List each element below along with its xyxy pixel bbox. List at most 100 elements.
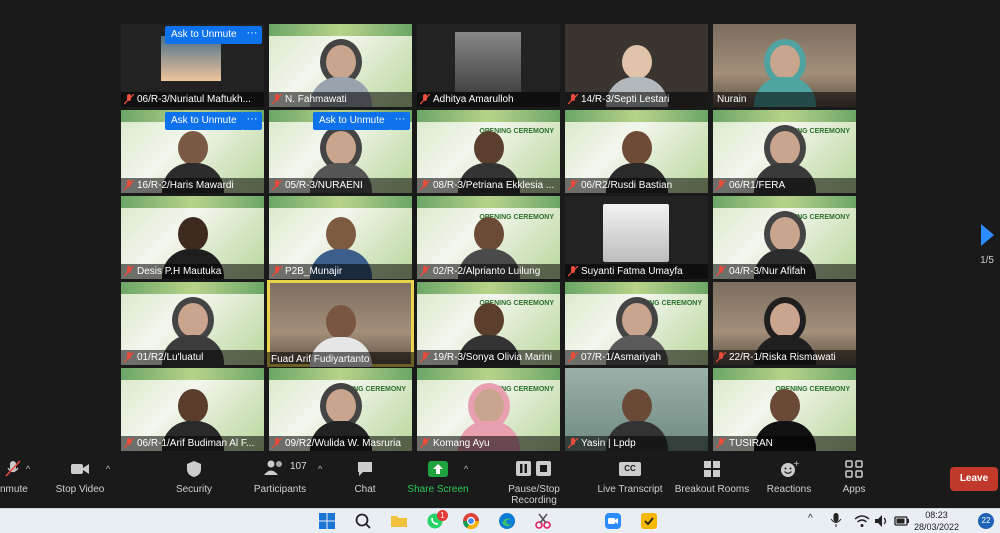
mic-muted-icon — [420, 94, 430, 105]
video-tile[interactable]: Yasin | Lpdp — [565, 368, 708, 451]
edge-icon[interactable] — [498, 512, 516, 530]
security-button[interactable]: Security — [174, 460, 214, 495]
participant-name: Fuad Arif Fudiyartanto — [267, 352, 414, 367]
participant-name: Desis P.H Mautuka — [121, 264, 264, 279]
participant-name: 01/R2/Lu'luatul — [121, 350, 264, 365]
participants-button[interactable]: 107 Participants — [252, 460, 308, 495]
banner-decoration — [269, 368, 412, 380]
participant-name: 06/R2/Rusdi Bastian — [565, 178, 708, 193]
mic-muted-icon — [568, 266, 578, 277]
tray-overflow-icon[interactable]: ^ — [808, 513, 813, 524]
video-gallery: 06/R-3/Nuriatul Maftukh... Ask to Unmute… — [0, 0, 1000, 456]
zoom-app-icon[interactable] — [604, 512, 622, 530]
pause-stop-icon — [516, 461, 551, 476]
meeting-toolbar: nmute ^ Stop Video ^ Security 107 Partic… — [0, 456, 1000, 506]
video-tile[interactable]: OPENING CEREMONY 08/R-3/Petriana Ekklesi… — [417, 110, 560, 193]
mic-muted-icon — [716, 352, 726, 363]
ask-to-unmute-button[interactable]: Ask to Unmute — [165, 112, 243, 130]
banner-decoration — [565, 110, 708, 122]
stop-video-button[interactable]: Stop Video — [52, 460, 108, 495]
chrome-icon[interactable] — [462, 512, 480, 530]
participants-options-caret-icon[interactable]: ^ — [318, 464, 322, 474]
banner-decoration — [417, 110, 560, 122]
more-options-button[interactable]: ··· — [242, 112, 262, 130]
profile-photo — [455, 32, 521, 92]
reactions-button[interactable]: + Reactions — [766, 460, 812, 495]
mic-muted-icon — [716, 438, 726, 449]
wifi-icon[interactable] — [854, 514, 870, 528]
banner-decoration — [121, 196, 264, 208]
ask-to-unmute-button[interactable]: Ask to Unmute — [165, 26, 243, 44]
more-options-button[interactable]: ··· — [390, 112, 410, 130]
participant-name: 05/R-3/NURAENI — [269, 178, 412, 193]
shield-icon — [187, 461, 201, 477]
microphone-icon[interactable] — [830, 512, 842, 528]
video-tile[interactable]: N. Fahmawati — [269, 24, 412, 107]
live-transcript-button[interactable]: CC Live Transcript — [596, 460, 664, 495]
breakout-rooms-icon — [704, 461, 720, 477]
notifications-badge[interactable]: 22 — [978, 513, 994, 529]
participant-name: 06/R-1/Arif Budiman Al F... — [121, 436, 264, 451]
share-screen-button[interactable]: Share Screen — [407, 460, 469, 495]
banner-decoration — [565, 282, 708, 294]
next-page-arrow-icon[interactable] — [981, 224, 994, 246]
snipping-tool-icon[interactable] — [534, 512, 552, 530]
mic-muted-icon — [124, 180, 134, 191]
video-tile[interactable]: 06/R-1/Arif Budiman Al F... — [121, 368, 264, 451]
task-app-icon[interactable] — [640, 512, 658, 530]
camera-icon — [71, 464, 89, 474]
video-tile[interactable]: OPENING CEREMONY Komang Ayu — [417, 368, 560, 451]
video-options-caret-icon[interactable]: ^ — [106, 464, 110, 474]
ask-to-unmute-button[interactable]: Ask to Unmute — [313, 112, 391, 130]
video-tile[interactable]: OPENING CEREMONY 07/R-1/Asmariyah — [565, 282, 708, 365]
video-tile[interactable]: Desis P.H Mautuka — [121, 196, 264, 279]
leave-button[interactable]: Leave — [950, 467, 998, 491]
file-explorer-icon[interactable] — [390, 512, 408, 530]
mic-muted-icon — [420, 438, 430, 449]
mic-muted-icon — [716, 180, 726, 191]
video-tile[interactable]: P2B_Munajir — [269, 196, 412, 279]
video-tile[interactable]: OPENING CEREMONY TUSIRAN — [713, 368, 856, 451]
banner-decoration — [713, 196, 856, 208]
video-tile[interactable]: OPENING CEREMONY 19/R-3/Sonya Olivia Mar… — [417, 282, 560, 365]
participant-name: 22/R-1/Riska Rismawati — [713, 350, 856, 365]
participant-name: 04/R-3/Nur Afifah — [713, 264, 856, 279]
participant-name: 16/R-2/Haris Mawardi — [121, 178, 264, 193]
pause-stop-recording-button[interactable]: Pause/Stop Recording — [484, 460, 584, 506]
participant-name: 14/R-3/Septi Lestari — [565, 92, 708, 107]
share-options-caret-icon[interactable]: ^ — [464, 464, 468, 474]
video-tile[interactable]: Suyanti Fatma Umayfa — [565, 196, 708, 279]
mic-muted-icon — [124, 94, 134, 105]
participant-name: 08/R-3/Petriana Ekklesia ... — [417, 178, 560, 193]
windows-start-icon[interactable] — [318, 512, 336, 530]
breakout-rooms-button[interactable]: Breakout Rooms — [674, 460, 750, 495]
unmute-button[interactable]: nmute — [0, 460, 28, 495]
participant-name: Yasin | Lpdp — [565, 436, 708, 451]
more-options-button[interactable]: ··· — [242, 26, 262, 44]
video-tile[interactable]: 01/R2/Lu'luatul — [121, 282, 264, 365]
video-tile[interactable]: Adhitya Amarulloh — [417, 24, 560, 107]
volume-icon[interactable] — [874, 514, 890, 528]
search-icon[interactable] — [354, 512, 372, 530]
active-speaker-tile[interactable]: Fuad Arif Fudiyartanto — [267, 280, 414, 367]
video-tile[interactable]: OPENING CEREMONY 09/R2/Wulida W. Masruri… — [269, 368, 412, 451]
windows-taskbar: 1 ^ 08:23 28/03/2022 22 — [0, 508, 1000, 533]
video-tile[interactable]: 14/R-3/Septi Lestari — [565, 24, 708, 107]
video-tile[interactable]: OPENING CEREMONY 06/R1/FERA — [713, 110, 856, 193]
chat-button[interactable]: Chat — [350, 460, 380, 495]
svg-text:+: + — [793, 460, 799, 468]
battery-icon[interactable] — [894, 515, 910, 527]
page-indicator: 1/5 — [980, 255, 994, 266]
video-tile[interactable]: 22/R-1/Riska Rismawati — [713, 282, 856, 365]
video-tile[interactable]: OPENING CEREMONY 02/R-2/Alprianto Luilun… — [417, 196, 560, 279]
video-tile[interactable]: 06/R2/Rusdi Bastian — [565, 110, 708, 193]
apps-button[interactable]: Apps — [840, 460, 868, 495]
system-clock[interactable]: 08:23 28/03/2022 — [914, 509, 959, 533]
participant-name: 06/R1/FERA — [713, 178, 856, 193]
participant-name: TUSIRAN — [713, 436, 856, 451]
video-tile[interactable]: Nurain — [713, 24, 856, 107]
mic-muted-icon — [124, 438, 134, 449]
audio-options-caret-icon[interactable]: ^ — [26, 464, 30, 474]
video-tile[interactable]: OPENING CEREMONY 04/R-3/Nur Afifah — [713, 196, 856, 279]
mic-muted-icon — [568, 180, 578, 191]
